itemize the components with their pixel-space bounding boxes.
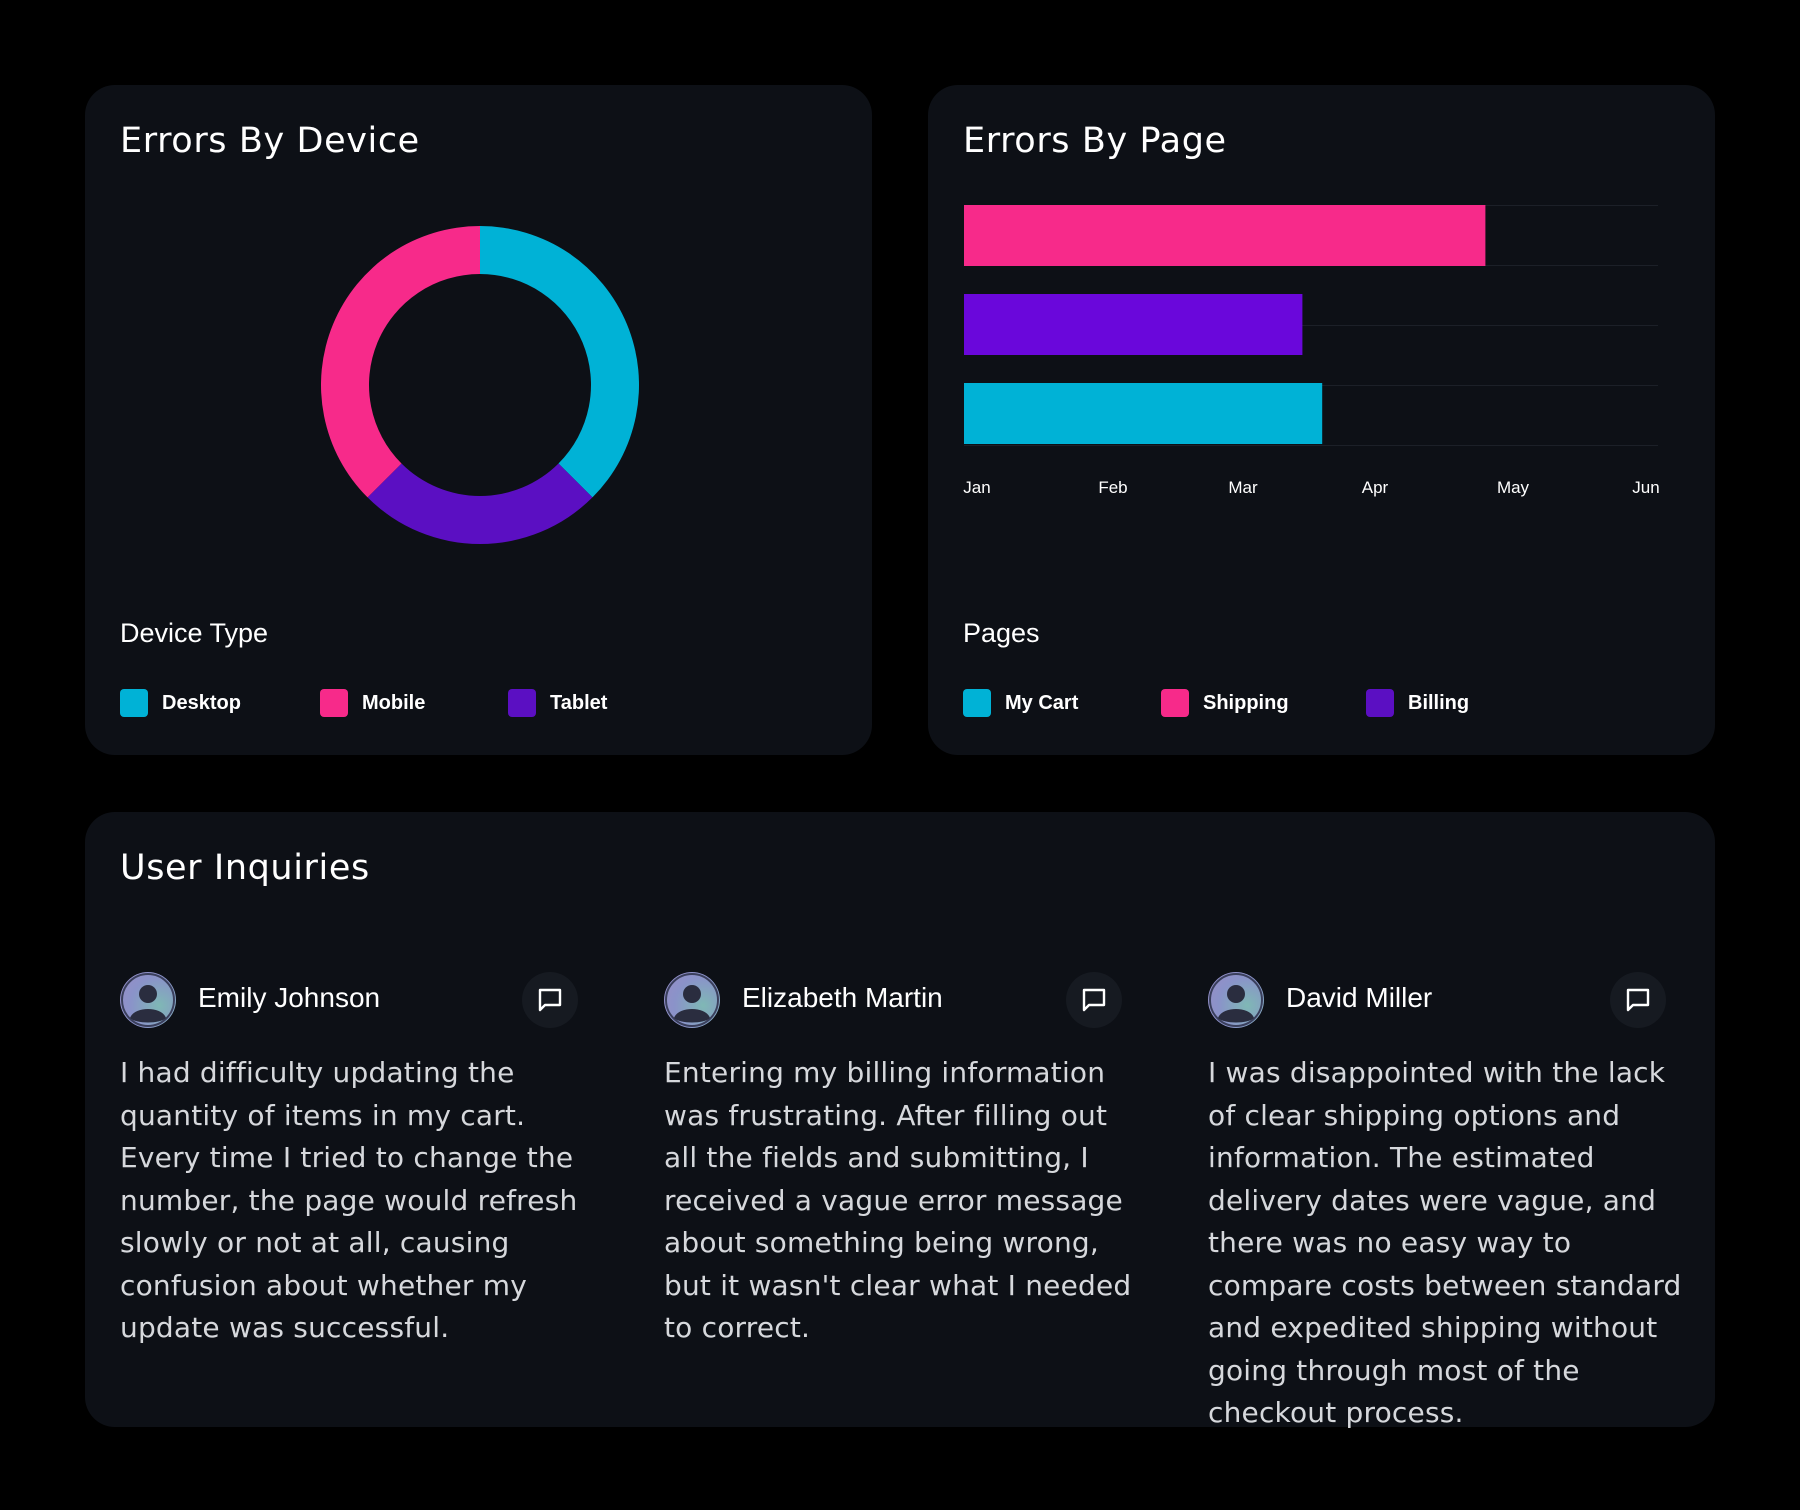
page-card-title: Errors By Page <box>963 121 1227 161</box>
message-button[interactable] <box>1610 972 1666 1028</box>
legend-label-mobile: Mobile <box>362 691 426 714</box>
message-button[interactable] <box>1066 972 1122 1028</box>
legend-label-desktop: Desktop <box>162 691 241 714</box>
bar-my-cart[interactable] <box>964 383 1323 444</box>
desktop-swatch <box>120 689 148 717</box>
inquiries-title: User Inquiries <box>120 848 370 888</box>
errors-by-page-card: Errors By Page Jan Feb Mar Apr May Jun Pages … <box>928 85 1715 755</box>
avatar <box>1208 972 1264 1028</box>
page-legend-title: Pages <box>963 618 1040 648</box>
inquiry-name: Elizabeth Martin <box>742 982 943 1013</box>
inquiry-text: I was disappointed with the lack of clea… <box>1208 1056 1682 1429</box>
legend-label-billing: Billing <box>1408 691 1470 714</box>
bar-shipping[interactable] <box>964 205 1486 266</box>
chat-icon <box>1626 988 1650 1012</box>
x-tick-label: Jun <box>1632 478 1659 497</box>
x-tick-label: Jan <box>963 478 990 497</box>
device-legend-title: Device Type <box>120 618 269 648</box>
user-avatar-icon <box>665 973 719 1027</box>
x-tick-label: Apr <box>1362 478 1389 497</box>
shipping-swatch <box>1161 689 1189 717</box>
inquiry-text: Entering my billing information was frus… <box>664 1056 1132 1344</box>
user-avatar-icon <box>121 973 175 1027</box>
my-cart-swatch <box>963 689 991 717</box>
device-legend: Desktop Mobile Tablet <box>120 689 607 717</box>
chat-icon <box>538 988 562 1012</box>
user-avatar-icon <box>1209 973 1263 1027</box>
inquiry-name: Emily Johnson <box>198 982 381 1013</box>
x-tick-label: Feb <box>1098 478 1127 497</box>
legend-item-tablet[interactable]: Tablet <box>508 689 607 717</box>
legend-item-shipping[interactable]: Shipping <box>1161 689 1366 717</box>
tablet-swatch <box>508 689 536 717</box>
mobile-swatch <box>320 689 348 717</box>
x-tick-label: Mar <box>1228 478 1258 497</box>
legend-label-shipping: Shipping <box>1203 691 1289 714</box>
donut-slice-tablet[interactable] <box>367 463 593 544</box>
device-card-title: Errors By Device <box>120 121 420 161</box>
legend-label-tablet: Tablet <box>550 691 608 714</box>
user-inquiries-card: User Inquiries Emily Johnson I had diffi… <box>85 812 1715 1429</box>
avatar <box>664 972 720 1028</box>
page-legend: My Cart Shipping Billing <box>963 689 1469 717</box>
page-bar-chart: Jan Feb Mar Apr May Jun <box>963 205 1660 497</box>
legend-label-my-cart: My Cart <box>1005 691 1079 714</box>
inquiry-text: I had difficulty updating the quantity o… <box>120 1056 578 1344</box>
donut-slice-mobile[interactable] <box>321 226 480 498</box>
legend-item-my-cart[interactable]: My Cart <box>963 689 1161 717</box>
legend-item-mobile[interactable]: Mobile <box>320 689 508 717</box>
bar-billing[interactable] <box>964 294 1303 355</box>
message-button[interactable] <box>522 972 578 1028</box>
avatar <box>120 972 176 1028</box>
legend-item-billing[interactable]: Billing <box>1366 689 1469 717</box>
device-donut-chart <box>321 226 639 544</box>
errors-by-device-card: Errors By Device Device Type Desktop Mob… <box>85 85 872 755</box>
inquiry-name: David Miller <box>1286 982 1433 1013</box>
billing-swatch <box>1366 689 1394 717</box>
chat-icon <box>1082 988 1106 1012</box>
legend-item-desktop[interactable]: Desktop <box>120 689 320 717</box>
x-tick-label: May <box>1497 478 1530 497</box>
donut-slice-desktop[interactable] <box>480 226 639 498</box>
